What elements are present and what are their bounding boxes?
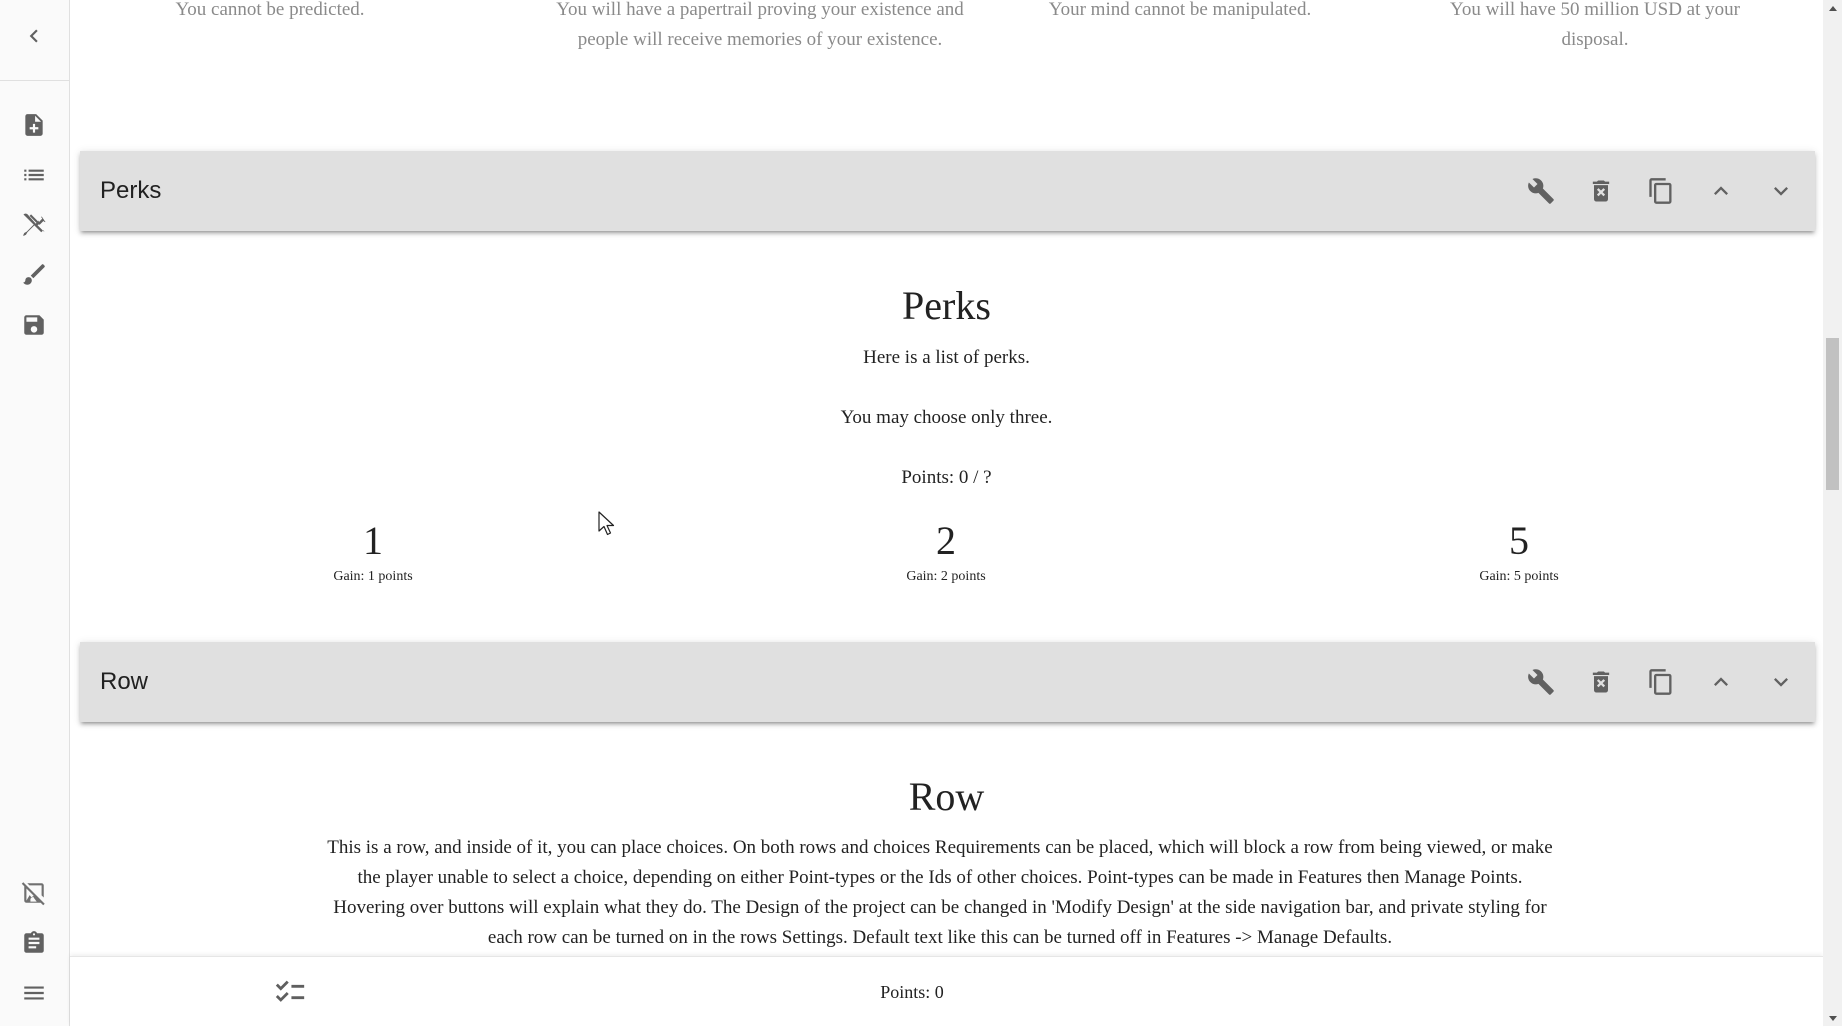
scroll-up-button[interactable] (1823, 0, 1842, 17)
chevron-down-icon (1774, 187, 1788, 196)
move-row-down-button[interactable] (1761, 662, 1801, 702)
project-clipboard-button[interactable] (14, 923, 54, 963)
choice-score: Gain: 2 points (906, 569, 986, 584)
row-header-title: Perks (100, 177, 162, 204)
scroll-down-arrow-icon (1828, 1015, 1837, 1021)
chevron-left-icon (29, 29, 38, 43)
row-actions (1521, 662, 1801, 702)
row-text: Here is a list of perks. (863, 347, 1030, 368)
collapse-sidebar-button[interactable] (14, 16, 54, 56)
tools-icon (23, 213, 46, 236)
new-document-icon (25, 114, 43, 136)
row-points-text: Points: 0 / ? (901, 467, 992, 488)
duplicate-row-button[interactable] (1641, 662, 1681, 702)
chevron-down-icon (1774, 678, 1788, 687)
modify-design-button[interactable] (14, 255, 54, 295)
delete-row-button[interactable] (1581, 662, 1621, 702)
row-settings-button[interactable] (1521, 171, 1561, 211)
points-display: Points: 0 (880, 982, 944, 1002)
row-text: You may choose only three. (840, 407, 1053, 428)
move-row-down-button[interactable] (1761, 171, 1801, 211)
brush-icon (23, 264, 45, 285)
row-title: Perks (902, 283, 991, 328)
chevron-up-icon (1714, 677, 1728, 686)
scroll-thumb[interactable] (1826, 338, 1839, 490)
choice-title: 1 (363, 518, 383, 563)
copy-icon (1649, 178, 1672, 204)
save-button[interactable] (14, 305, 54, 345)
row-header-title: Row (100, 668, 149, 695)
new-project-button[interactable] (14, 105, 54, 145)
delete-row-button[interactable] (1581, 171, 1621, 211)
choice-title: 2 (936, 518, 956, 563)
delete-icon (1592, 180, 1610, 202)
choice-title: 5 (1509, 518, 1529, 563)
choice-description: You will have 50 million USD at your dis… (1450, 0, 1740, 50)
project-editor: You cannot be predicted. You will have a… (70, 0, 1823, 1026)
row-title: Row (908, 774, 985, 819)
copy-icon (1649, 669, 1672, 695)
row-toolbar-row: Row (80, 642, 1815, 722)
chevron-up-icon (1714, 186, 1728, 195)
delete-icon (1592, 671, 1610, 693)
duplicate-row-button[interactable] (1641, 171, 1681, 211)
row-toolbar-perks: Perks (80, 151, 1815, 231)
row-description: This is a row, and inside of it, you can… (327, 837, 1553, 948)
move-row-up-button[interactable] (1701, 662, 1741, 702)
row-settings-button[interactable] (1521, 662, 1561, 702)
list-icon (24, 169, 44, 181)
choice-score: Gain: 5 points (1479, 569, 1559, 584)
wrench-icon (1528, 669, 1554, 695)
menu-icon (24, 986, 44, 1000)
choice-card[interactable]: 1 Gain: 1 points (223, 519, 523, 587)
points-bar: Points: 0 (70, 956, 1823, 1027)
features-button[interactable] (14, 205, 54, 245)
toggle-images-button[interactable] (14, 873, 54, 913)
menu-button[interactable] (14, 973, 54, 1013)
choice-card[interactable]: 2 Gain: 2 points (796, 519, 1096, 587)
wrench-icon (1528, 178, 1554, 204)
vertical-scrollbar[interactable] (1823, 0, 1842, 1026)
mouse-cursor-icon (598, 511, 615, 536)
scroll-down-button[interactable] (1823, 1009, 1842, 1026)
choice-card[interactable]: 5 Gain: 5 points (1369, 519, 1669, 587)
clipboard-icon (24, 931, 44, 953)
row-actions (1521, 171, 1801, 211)
move-row-up-button[interactable] (1701, 171, 1741, 211)
rows-list-button[interactable] (14, 155, 54, 195)
save-icon (24, 315, 44, 335)
scroll-up-arrow-icon (1828, 5, 1837, 11)
image-off-icon (21, 882, 45, 906)
side-navigation (0, 0, 70, 1026)
choice-description: You will have a papertrail proving your … (556, 0, 964, 50)
previous-row-choices: You cannot be predicted. You will have a… (70, 0, 1823, 100)
choice-description: You cannot be predicted. (175, 0, 365, 20)
choice-description: Your mind cannot be manipulated. (1048, 0, 1312, 20)
sidebar-top (0, 0, 69, 81)
choice-score: Gain: 1 points (333, 569, 413, 584)
